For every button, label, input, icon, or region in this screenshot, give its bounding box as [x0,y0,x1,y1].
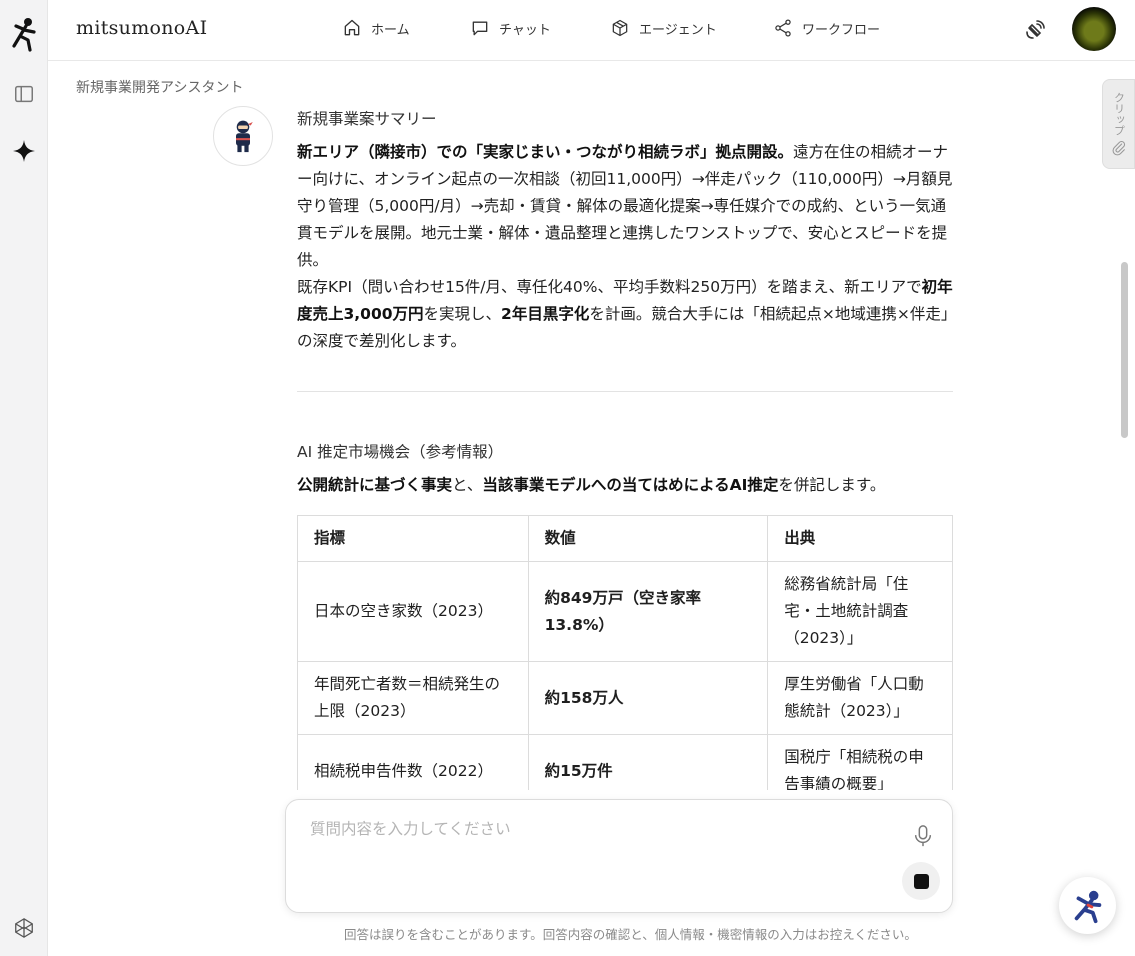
table-header-metric: 指標 [297,515,529,562]
table-row: 日本の空き家数（2023） 約849万戸（空き家率13.8%） 総務省統計局「住… [297,561,953,662]
table-row: 年間死亡者数＝相続発生の上限（2023） 約158万人 厚生労働省「人口動態統計… [297,661,953,735]
table-cell-value: 約15万件 [527,734,769,790]
share-icon [775,19,791,37]
table-header-value: 数値 [527,515,769,562]
market-title: AI 推定市場機会（参考情報） [297,443,504,461]
page-title: 新規事業開発アシスタント [76,80,244,96]
brand-name[interactable]: mitsumonoAI [76,17,207,39]
table-header-row: 指標 数値 出典 [297,515,953,562]
table-cell-value: 約849万戸（空き家率13.8%） [527,561,769,662]
chat-icon [472,21,488,36]
scrollbar-thumb[interactable] [1121,262,1128,438]
table-cell-source: 国税庁「相続税の申告事績の概要」 [767,734,953,790]
summary-paragraph-1: 新エリア（隣接市）での「実家じまい・つながり相続ラボ」拠点開設。遠方在住の相続オ… [297,139,953,274]
ninja-mascot-icon [1074,890,1101,923]
nav-home[interactable]: ホーム [342,18,410,38]
table-header-source: 出典 [767,515,953,562]
nav-agent[interactable]: エージェント [610,18,717,38]
clip-label: クリップ [1112,92,1126,136]
market-intro: 公開統計に基づく事実と、当該事業モデルへの当てはめによるAI推定を併記します。 [297,472,953,499]
nav-home-label: ホーム [371,22,410,38]
top-header: mitsumonoAI ホーム チャット エージェント ワークフロー [48,0,1135,61]
table-cell-value: 約158万人 [527,661,769,735]
home-icon [344,19,360,36]
stop-icon [913,873,929,889]
market-intro-ai: 当該事業モデルへの当てはめによるAI推定 [482,476,779,494]
nav-agent-label: エージェント [639,22,717,38]
message-content: 新規事業案サマリー 新エリア（隣接市）での「実家じまい・つながり相続ラボ」拠点開… [297,106,953,790]
sparkle-icon[interactable] [10,137,38,165]
nav-workflow[interactable]: ワークフロー [773,18,880,38]
user-avatar[interactable] [1072,7,1116,51]
chat-input-box[interactable] [285,799,953,913]
paperclip-icon [1112,141,1125,156]
satellite-icon[interactable] [1023,18,1047,42]
disclaimer-text: 回答は誤りを含むことがあります。回答内容の確認と、個人情報・機密情報の入力はお控… [344,927,917,942]
cube-outline-icon[interactable] [10,914,38,942]
chat-input[interactable] [310,820,870,838]
table-cell-source: 厚生労働省「人口動態統計（2023）」 [767,661,953,735]
market-intro-fact: 公開統計に基づく事実 [297,476,453,494]
table-cell-metric: 相続税申告件数（2022） [297,734,529,790]
nav-chat[interactable]: チャット [470,18,551,38]
nav-chat-label: チャット [499,22,551,38]
summary-p1-bold: 新エリア（隣接市）での「実家じまい・つながり相続ラボ」拠点開設。 [297,143,794,161]
table-row: 相続税申告件数（2022） 約15万件 国税庁「相続税の申告事績の概要」 [297,734,953,790]
stop-button[interactable] [902,862,940,900]
cube-icon [612,19,628,37]
market-intro-end: を併記します。 [778,476,886,494]
left-rail [0,0,48,956]
summary-p2-profit: 2年目黒字化 [501,305,590,323]
summary-p1-text: 遠方在住の相続オーナー向けに、オンライン起点の一次相談（初回11,000円）→伴… [297,143,953,269]
section-divider [297,391,953,392]
table-cell-source: 総務省統計局「住宅・土地統計調査（2023）」 [767,561,953,662]
nav-workflow-label: ワークフロー [802,22,881,38]
table-cell-metric: 日本の空き家数（2023） [297,561,529,662]
summary-paragraph-2: 既存KPI（問い合わせ15件/月、専任化40%、平均手数料250万円）を踏まえ、… [297,274,953,355]
clip-tab[interactable]: クリップ [1102,79,1135,169]
sidebar-toggle-icon[interactable] [10,80,38,108]
ninja-logo-icon[interactable] [8,16,40,52]
summary-p2-a: 既存KPI（問い合わせ15件/月、専任化40%、平均手数料250万円）を踏まえ、… [297,278,922,296]
summary-p2-c: を実現し、 [423,305,502,323]
summary-title: 新規事業案サマリー [297,110,437,128]
market-table: 指標 数値 出典 日本の空き家数（2023） 約849万戸（空き家率13.8%）… [297,515,953,790]
ninja-avatar-icon [236,120,253,153]
table-cell-metric: 年間死亡者数＝相続発生の上限（2023） [297,661,529,735]
assistant-launcher-button[interactable] [1059,877,1116,934]
mic-icon[interactable] [912,824,934,848]
assistant-avatar [213,106,273,166]
market-intro-and: と、 [452,476,483,494]
